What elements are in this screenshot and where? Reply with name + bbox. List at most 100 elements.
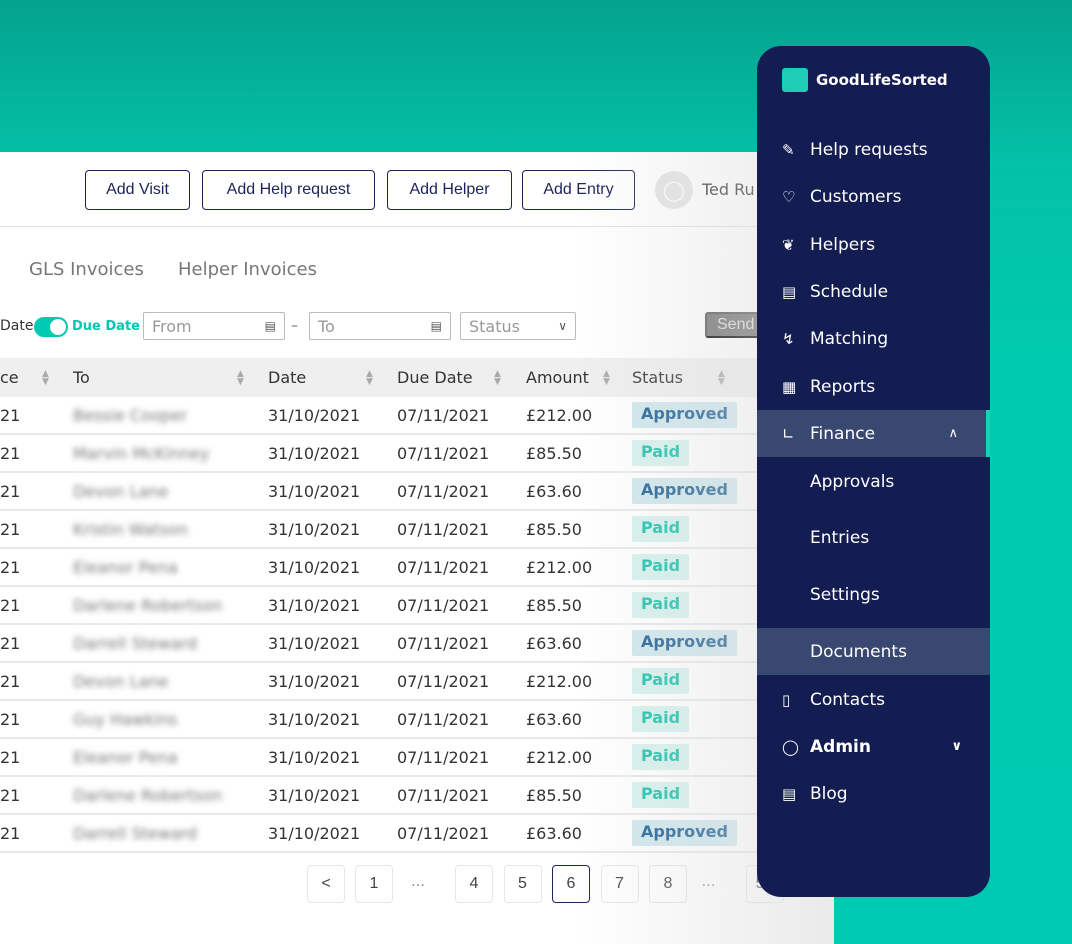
sidebar-item-matching[interactable]: ↯ Matching <box>757 315 990 362</box>
reference-cell: 21 <box>0 520 21 539</box>
table-row[interactable]: 21 Kristin Watson 31/10/2021 07/11/2021 … <box>0 511 834 549</box>
page-button[interactable]: 8 <box>649 865 687 903</box>
table-row[interactable]: 21 Eleanor Pena 31/10/2021 07/11/2021 £2… <box>0 739 834 777</box>
sidebar-item-label: Settings <box>810 584 880 605</box>
from-date-input[interactable]: From ▤ <box>143 312 285 340</box>
reference-cell: 21 <box>0 786 21 805</box>
amount-cell: £63.60 <box>526 710 582 729</box>
sidebar-item-blog[interactable]: ▤ Blog <box>757 770 990 817</box>
recipient-cell: Kristin Watson <box>73 520 188 539</box>
status-badge: Paid <box>632 744 690 770</box>
add-entry-button[interactable]: Add Entry <box>522 170 635 210</box>
date-cell: 31/10/2021 <box>268 482 361 501</box>
due-date-cell: 07/11/2021 <box>397 634 490 653</box>
column-header[interactable]: Status <box>632 368 683 387</box>
sidebar-item-finance[interactable]: ∟ Finance ∧ <box>757 410 990 457</box>
amount-cell: £85.50 <box>526 444 582 463</box>
table-row[interactable]: 21 Darlene Robertson 31/10/2021 07/11/20… <box>0 587 834 625</box>
table-row[interactable]: 21 Guy Hawkins 31/10/2021 07/11/2021 £63… <box>0 701 834 739</box>
date-type-toggle[interactable] <box>34 317 68 337</box>
sidebar-item-documents[interactable]: Documents <box>757 628 990 675</box>
sidebar-item-label: Entries <box>810 527 870 548</box>
column-header[interactable]: Date <box>268 368 306 387</box>
sidebar-item-entries[interactable]: Entries <box>757 514 990 561</box>
recipient-cell: Eleanor Pena <box>73 558 178 577</box>
table-row[interactable]: 21 Darrell Steward 31/10/2021 07/11/2021… <box>0 815 834 853</box>
table-row[interactable]: 21 Darrell Steward 31/10/2021 07/11/2021… <box>0 625 834 663</box>
due-date-cell: 07/11/2021 <box>397 406 490 425</box>
table-row[interactable]: 21 Devon Lane 31/10/2021 07/11/2021 £212… <box>0 663 834 701</box>
sort-icon[interactable]: ▲ ▼ <box>237 370 244 387</box>
table-row[interactable]: 21 Eleanor Pena 31/10/2021 07/11/2021 £2… <box>0 549 834 587</box>
table-row[interactable]: 21 Bessie Cooper 31/10/2021 07/11/2021 £… <box>0 397 834 435</box>
avatar[interactable]: ◯ <box>655 171 693 209</box>
helping-hands-icon: ❦ <box>782 235 795 254</box>
table-row[interactable]: 21 Darlene Robertson 31/10/2021 07/11/20… <box>0 777 834 815</box>
book-icon: ▯ <box>782 690 791 709</box>
reference-cell: 21 <box>0 710 21 729</box>
table-row[interactable]: 21 Devon Lane 31/10/2021 07/11/2021 £63.… <box>0 473 834 511</box>
prev-page-button[interactable]: < <box>307 865 345 903</box>
sidebar-item-label: Documents <box>810 641 907 662</box>
recipient-cell: Darrell Steward <box>73 634 198 653</box>
page-button[interactable]: 6 <box>552 865 590 903</box>
status-badge: Paid <box>632 592 690 618</box>
sidebar-item-label: Approvals <box>810 471 895 492</box>
due-date-cell: 07/11/2021 <box>397 482 490 501</box>
table-row[interactable]: 21 Marvin McKinney 31/10/2021 07/11/2021… <box>0 435 834 473</box>
add-visit-button[interactable]: Add Visit <box>85 170 190 210</box>
tab-gls-invoices[interactable]: GLS Invoices <box>29 259 144 280</box>
column-header[interactable]: To <box>73 368 90 387</box>
add-help-request-button[interactable]: Add Help request <box>202 170 375 210</box>
logo[interactable]: GoodLifeSorted <box>782 68 948 92</box>
date-separator: – <box>291 318 298 334</box>
sort-icon[interactable]: ▲ ▼ <box>42 370 49 387</box>
sort-icon[interactable]: ▲ ▼ <box>718 370 725 387</box>
page-button[interactable]: 1 <box>355 865 393 903</box>
column-header[interactable]: Due Date <box>397 368 473 387</box>
page-button[interactable]: 4 <box>455 865 493 903</box>
due-date-cell: 07/11/2021 <box>397 748 490 767</box>
amount-cell: £212.00 <box>526 406 593 425</box>
sidebar-item-contacts[interactable]: ▯ Contacts <box>757 676 990 723</box>
column-header[interactable]: Amount <box>526 368 589 387</box>
page-button[interactable]: 7 <box>600 865 639 903</box>
status-badge: Paid <box>632 440 690 466</box>
page-button[interactable]: 5 <box>503 865 542 903</box>
sort-icon[interactable]: ▲ ▼ <box>366 370 373 387</box>
sidebar-item-admin[interactable]: ◯ Admin ∨ <box>757 723 990 770</box>
sidebar: GoodLifeSorted ✎ Help requests ♡ Customers ❦… <box>757 46 990 897</box>
status-select[interactable]: Status ∨ <box>460 312 576 340</box>
sort-icon[interactable]: ▲ ▼ <box>603 370 610 387</box>
sidebar-item-reports[interactable]: ▦ Reports <box>757 363 990 410</box>
due-date-cell: 07/11/2021 <box>397 596 490 615</box>
top-bar: Add Visit Add Help request Add Helper Ad… <box>0 152 834 227</box>
sidebar-item-helpers[interactable]: ❦ Helpers <box>757 221 990 268</box>
user-icon: ◯ <box>782 737 799 756</box>
send-button[interactable]: Send <box>705 312 765 338</box>
sort-icon[interactable]: ▲ ▼ <box>494 370 501 387</box>
sidebar-item-schedule[interactable]: ▤ Schedule <box>757 268 990 315</box>
sidebar-item-settings[interactable]: Settings <box>757 571 990 618</box>
chevron-down-icon: ∨ <box>951 739 962 754</box>
amount-cell: £85.50 <box>526 786 582 805</box>
sidebar-item-customers[interactable]: ♡ Customers <box>757 173 990 220</box>
logo-house-icon <box>782 68 808 92</box>
to-date-input[interactable]: To ▤ <box>309 312 451 340</box>
pencil-icon: ✎ <box>782 140 795 159</box>
reference-cell: 21 <box>0 406 21 425</box>
heart-icon: ♡ <box>782 187 796 206</box>
add-helper-button[interactable]: Add Helper <box>387 170 512 210</box>
sidebar-item-help-requests[interactable]: ✎ Help requests <box>757 126 990 173</box>
date-cell: 31/10/2021 <box>268 596 361 615</box>
to-placeholder: To <box>318 316 335 336</box>
sidebar-item-approvals[interactable]: Approvals <box>757 458 990 505</box>
status-placeholder: Status <box>469 316 520 336</box>
recipient-cell: Marvin McKinney <box>73 444 210 463</box>
tab-helper-invoices[interactable]: Helper Invoices <box>178 259 317 280</box>
user-name[interactable]: Ted Ru <box>702 180 755 199</box>
sidebar-item-label: Matching <box>810 328 889 349</box>
main-panel: Add Visit Add Help request Add Helper Ad… <box>0 152 834 944</box>
column-header[interactable]: ce <box>0 368 19 387</box>
date-cell: 31/10/2021 <box>268 786 361 805</box>
